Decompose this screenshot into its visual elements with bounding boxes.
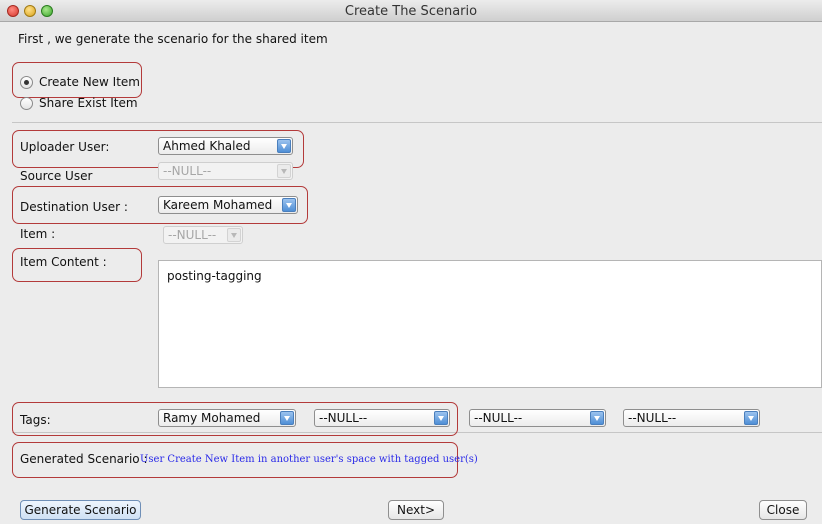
chevron-down-icon (277, 164, 291, 178)
window-title: Create The Scenario (344, 4, 478, 19)
generated-scenario-label: Generated Scenario : (20, 452, 148, 466)
uploader-user-value: Ahmed Khaled (163, 139, 251, 153)
source-user-select: --NULL-- (158, 162, 293, 180)
chevron-down-icon (590, 411, 604, 425)
generate-scenario-button[interactable]: Generate Scenario (20, 500, 141, 520)
chevron-down-icon (744, 411, 758, 425)
title-bar: Create The Scenario (0, 0, 822, 22)
create-new-item-label: Create New Item (39, 75, 140, 89)
uploader-user-select[interactable]: Ahmed Khaled (158, 137, 293, 155)
uploader-user-label: Uploader User: (20, 140, 110, 154)
item-content-textarea[interactable]: posting-tagging (158, 260, 822, 388)
source-user-label: Source User (20, 169, 93, 183)
generated-scenario-value: User Create New Item in another user's s… (140, 454, 478, 465)
share-exist-item-radio[interactable]: Share Exist Item (20, 96, 138, 110)
item-content-label: Item Content : (20, 255, 107, 269)
close-button[interactable]: Close (759, 500, 807, 520)
tag-value-3: --NULL-- (474, 411, 523, 425)
destination-user-label: Destination User : (20, 200, 128, 214)
item-content-value: posting-tagging (167, 269, 262, 283)
radio-unchecked-icon (20, 96, 33, 110)
dialog-content: First , we generate the scenario for the… (0, 22, 822, 524)
tag-select-3[interactable]: --NULL-- (469, 409, 606, 427)
chevron-down-icon (277, 139, 291, 153)
chevron-down-icon (280, 411, 294, 425)
tag-select-2[interactable]: --NULL-- (314, 409, 450, 427)
tags-label: Tags: (20, 413, 51, 427)
share-exist-item-label: Share Exist Item (39, 96, 138, 110)
destination-user-value: Kareem Mohamed (163, 198, 273, 212)
item-label: Item : (20, 227, 56, 241)
chevron-down-icon (434, 411, 448, 425)
tag-value-2: --NULL-- (319, 411, 368, 425)
next-button[interactable]: Next> (388, 500, 444, 520)
create-new-item-radio[interactable]: Create New Item (20, 75, 140, 89)
tag-select-4[interactable]: --NULL-- (623, 409, 760, 427)
intro-text: First , we generate the scenario for the… (18, 32, 328, 46)
chevron-down-icon (282, 198, 296, 212)
tag-value-4: --NULL-- (628, 411, 677, 425)
destination-user-select[interactable]: Kareem Mohamed (158, 196, 298, 214)
source-user-value: --NULL-- (163, 164, 212, 178)
item-select: --NULL-- (163, 226, 243, 244)
item-value: --NULL-- (168, 228, 217, 242)
radio-checked-icon (20, 75, 33, 89)
separator (12, 122, 822, 123)
tag-select-1[interactable]: Ramy Mohamed (158, 409, 296, 427)
chevron-down-icon (227, 228, 241, 242)
tag-value-1: Ramy Mohamed (163, 411, 261, 425)
